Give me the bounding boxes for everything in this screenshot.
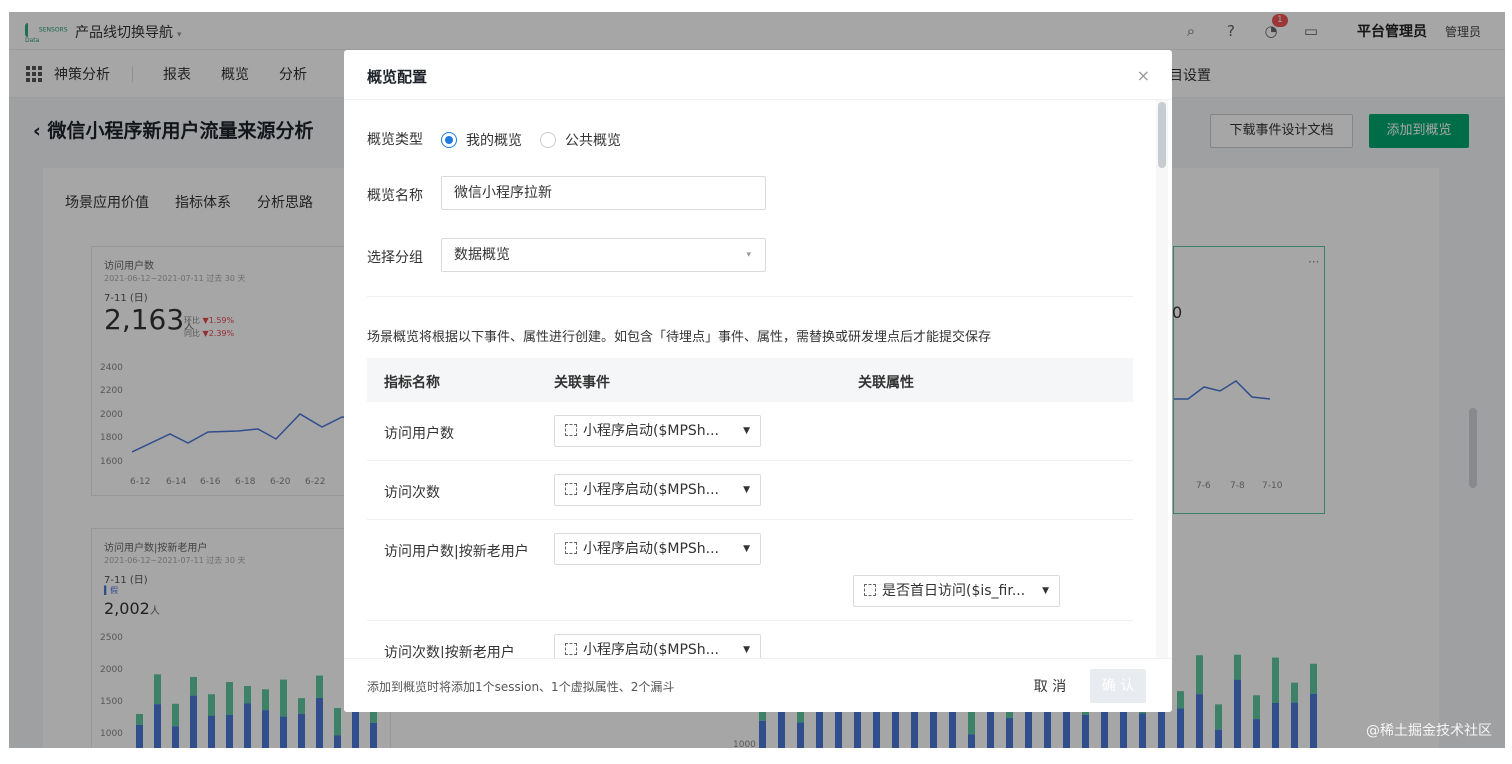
name-label: 概览名称 <box>367 188 423 204</box>
row-metric-name: 访问用户数 <box>384 426 454 442</box>
chevron-down-icon: ▾ <box>746 250 751 260</box>
radio-public-overview[interactable]: 公共概览 <box>540 130 621 150</box>
event-icon <box>565 424 577 436</box>
table-row: 访问用户数|按新老用户 小程序启动($MPSh... ▼ 是否首日访问($is_f… <box>367 520 1133 621</box>
overview-name-input[interactable]: 微信小程序拉新 <box>441 176 766 210</box>
modal-scrollbar[interactable] <box>1158 102 1166 168</box>
caret-down-icon: ▼ <box>1042 586 1049 596</box>
col-property: 关联属性 <box>858 375 914 391</box>
radio-unchecked-icon[interactable] <box>540 132 556 148</box>
event-icon <box>565 542 577 554</box>
close-icon[interactable]: × <box>1137 66 1150 85</box>
modal-footer: 添加到概览时将添加1个session、1个虚拟属性、2个漏斗 取 消 确 认 <box>344 658 1172 712</box>
caret-down-icon: ▼ <box>743 426 750 436</box>
event-select[interactable]: 小程序启动($MPSh... ▼ <box>554 415 761 447</box>
table-row: 访问次数 小程序启动($MPSh... ▼ <box>367 461 1133 520</box>
property-icon <box>864 584 876 596</box>
notice-text: 场景概览将根据以下事件、属性进行创建。如包含「待埋点」事件、属性，需替换或研发埋… <box>367 330 992 345</box>
cancel-button[interactable]: 取 消 <box>1032 671 1068 703</box>
footer-note: 添加到概览时将添加1个session、1个虚拟属性、2个漏斗 <box>367 680 675 694</box>
caret-down-icon: ▼ <box>743 544 750 554</box>
col-event: 关联事件 <box>554 375 610 391</box>
row-metric-name: 访问用户数|按新老用户 <box>384 544 529 560</box>
radio-my-overview[interactable]: 我的概览 <box>441 130 522 150</box>
row-metric-name: 访问次数 <box>384 485 440 501</box>
modal-header: 概览配置 × <box>344 50 1172 100</box>
table-row: 访问用户数 小程序启动($MPSh... ▼ <box>367 402 1133 461</box>
type-label: 概览类型 <box>367 132 423 148</box>
property-select[interactable]: 是否首日访问($is_fir... ▼ <box>853 575 1060 607</box>
caret-down-icon: ▼ <box>743 485 750 495</box>
table-header: 指标名称 关联事件 关联属性 <box>367 358 1133 402</box>
group-select[interactable]: 数据概览 ▾ <box>441 238 766 272</box>
group-label: 选择分组 <box>367 250 423 266</box>
col-metric-name: 指标名称 <box>384 375 440 391</box>
overview-config-modal: 概览配置 × 概览类型 我的概览 公共概览 概览名称 微信小程序拉新 选择分组 … <box>344 50 1172 712</box>
modal-scroll-track <box>1156 100 1168 708</box>
juejin-watermark: @稀土掘金技术社区 <box>1366 723 1492 739</box>
form-divider <box>367 296 1133 297</box>
event-select[interactable]: 小程序启动($MPSh... ▼ <box>554 533 761 565</box>
confirm-button[interactable]: 确 认 <box>1090 669 1146 703</box>
event-icon <box>565 643 577 655</box>
radio-checked-icon[interactable] <box>441 132 457 148</box>
event-icon <box>565 483 577 495</box>
modal-title: 概览配置 <box>367 68 428 86</box>
event-select[interactable]: 小程序启动($MPSh... ▼ <box>554 474 761 506</box>
